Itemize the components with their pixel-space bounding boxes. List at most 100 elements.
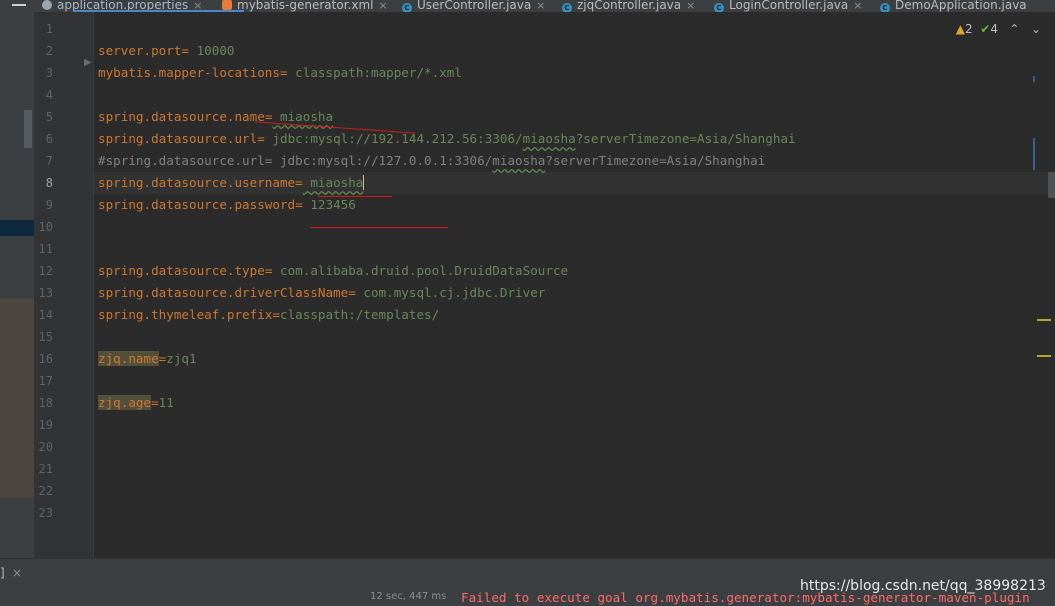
property-key: spring.thymeleaf.prefix — [98, 307, 273, 322]
line-number: 12 — [38, 264, 53, 278]
property-value-typo: miaosha — [522, 131, 576, 146]
editor-scrollbar[interactable] — [1048, 12, 1055, 558]
tab-demo-application[interactable]: C DemoApplication.java — [880, 0, 1027, 12]
code-line-current[interactable]: spring.datasource.username= miaosha — [98, 172, 365, 194]
code-line[interactable]: server.port= 10000 — [98, 40, 235, 62]
spring-app-icon: C — [880, 3, 890, 12]
property-key-unused: zjq.age — [98, 395, 152, 410]
java-class-icon: C — [402, 3, 412, 12]
code-line[interactable]: spring.datasource.driverClassName= com.m… — [98, 282, 545, 304]
warning-marker[interactable] — [1037, 355, 1051, 357]
line-number: 15 — [38, 330, 53, 344]
line-number: 1 — [45, 22, 53, 36]
property-value: 10000 — [189, 43, 235, 58]
property-key: spring.datasource.url — [98, 131, 258, 146]
tool-strip-selection — [0, 220, 34, 236]
build-timing: 12 sec, 447 ms — [370, 591, 447, 602]
close-icon[interactable]: × — [12, 566, 22, 580]
previous-highlight-icon[interactable]: ⌃ — [1009, 22, 1019, 36]
property-key: spring.datasource.username — [98, 175, 296, 190]
warning-marker[interactable] — [1037, 319, 1051, 321]
tab-zjq-controller[interactable]: CzjqController.java × — [562, 0, 695, 12]
line-number: 6 — [45, 132, 53, 146]
property-value: 123456 — [302, 197, 356, 212]
java-class-icon: C — [562, 3, 572, 12]
tab-label: LoginController.java — [729, 0, 849, 12]
property-value: jdbc:mysql://192.144.212.56:3306/ — [264, 131, 523, 146]
code-line[interactable]: mybatis.mapper-locations= classpath:mapp… — [98, 62, 462, 84]
text-caret — [363, 175, 365, 190]
property-key: spring.datasource.type — [98, 263, 265, 278]
line-number: 2 — [45, 44, 53, 58]
code-line-comment[interactable]: #spring.datasource.url= jdbc:mysql://127… — [98, 150, 765, 172]
property-value: zjq1 — [166, 351, 197, 366]
inspection-widget[interactable]: ▲2 ✔4 ⌃ ⌄ — [956, 22, 1041, 36]
xml-file-icon — [222, 0, 232, 10]
comment-typo: miaosha — [492, 153, 546, 168]
code-line[interactable]: spring.datasource.url= jdbc:mysql://192.… — [98, 128, 796, 150]
equals-sign: = — [295, 175, 303, 190]
tab-label: DemoApplication.java — [895, 0, 1027, 12]
property-value: classpath:/templates/ — [279, 307, 440, 322]
line-number: 19 — [38, 418, 53, 432]
line-number: 11 — [38, 242, 53, 256]
property-key: spring.datasource.name — [98, 109, 265, 124]
line-number: 16 — [38, 352, 53, 366]
divider — [0, 558, 1055, 559]
line-number: 17 — [38, 374, 53, 388]
property-key-unused: zjq.name — [98, 351, 159, 366]
property-value: com.alibaba.druid.pool.DruidDataSource — [272, 263, 569, 278]
property-value: 11 — [158, 395, 174, 410]
property-value: ?serverTimezone=Asia/Shanghai — [575, 131, 796, 146]
close-icon[interactable]: × — [378, 0, 387, 12]
annotation-underline — [310, 227, 448, 228]
code-line[interactable]: spring.thymeleaf.prefix=classpath:/templ… — [98, 304, 439, 326]
line-number: 20 — [38, 440, 53, 454]
equals-sign: = — [257, 131, 265, 146]
tab-mybatis-generator-xml[interactable]: mybatis-generator.xml × — [222, 0, 388, 12]
line-number: 22 — [38, 484, 53, 498]
scrollbar-thumb[interactable] — [1048, 172, 1055, 198]
property-value: miaosha — [302, 175, 364, 190]
tab-label: UserController.java — [417, 0, 532, 12]
property-value: classpath:mapper/*.xml — [287, 65, 462, 80]
tab-label: zjqController.java — [577, 0, 682, 12]
line-number: 10 — [38, 220, 53, 234]
change-marker[interactable] — [1033, 138, 1035, 170]
java-class-icon: C — [714, 3, 724, 12]
property-key: server.port — [98, 43, 182, 58]
next-highlight-icon[interactable]: ⌄ — [1031, 22, 1041, 36]
code-line[interactable]: zjq.age=11 — [98, 392, 174, 414]
code-line[interactable]: zjq.name=zjq1 — [98, 348, 197, 370]
line-number: 13 — [38, 286, 53, 300]
line-number-gutter[interactable]: 1 2 3 4 5 6 7 8 9 10 11 12 13 14 15 16 1… — [34, 12, 94, 558]
equals-sign: = — [295, 197, 303, 212]
equals-sign: = — [272, 307, 280, 322]
change-marker[interactable] — [1033, 76, 1035, 82]
line-number: 5 — [45, 110, 53, 124]
minimize-icon[interactable] — [12, 4, 26, 6]
comment-text: #spring.datasource.url= jdbc:mysql://127… — [98, 153, 493, 168]
line-number: 21 — [38, 462, 53, 476]
tool-strip-highlight — [0, 298, 34, 498]
line-number: 9 — [45, 198, 53, 212]
equals-sign: = — [348, 285, 356, 300]
property-key: mybatis.mapper-locations — [98, 65, 280, 80]
tab-user-controller[interactable]: C UserController.java × — [402, 0, 545, 12]
properties-file-icon — [42, 0, 52, 10]
tab-label: mybatis-generator.xml — [237, 0, 374, 12]
warning-count: 2 — [964, 22, 973, 36]
line-number: 23 — [38, 506, 53, 520]
close-icon[interactable]: × — [686, 0, 695, 12]
code-line[interactable]: spring.datasource.type= com.alibaba.drui… — [98, 260, 568, 282]
code-line[interactable]: spring.datasource.password= 123456 — [98, 194, 356, 216]
tool-strip-marker — [24, 110, 32, 148]
run-tab-fragment[interactable]: ] — [0, 566, 5, 580]
editor-tab-bar: application.properties × mybatis-generato… — [34, 0, 1055, 12]
close-icon[interactable]: × — [536, 0, 545, 12]
line-number: 7 — [45, 154, 53, 168]
fold-arrow-icon[interactable]: ▶ — [84, 57, 92, 68]
tab-login-controller[interactable]: C LoginController.java × — [714, 0, 862, 12]
line-number: 14 — [38, 308, 53, 322]
close-icon[interactable]: × — [853, 0, 862, 12]
